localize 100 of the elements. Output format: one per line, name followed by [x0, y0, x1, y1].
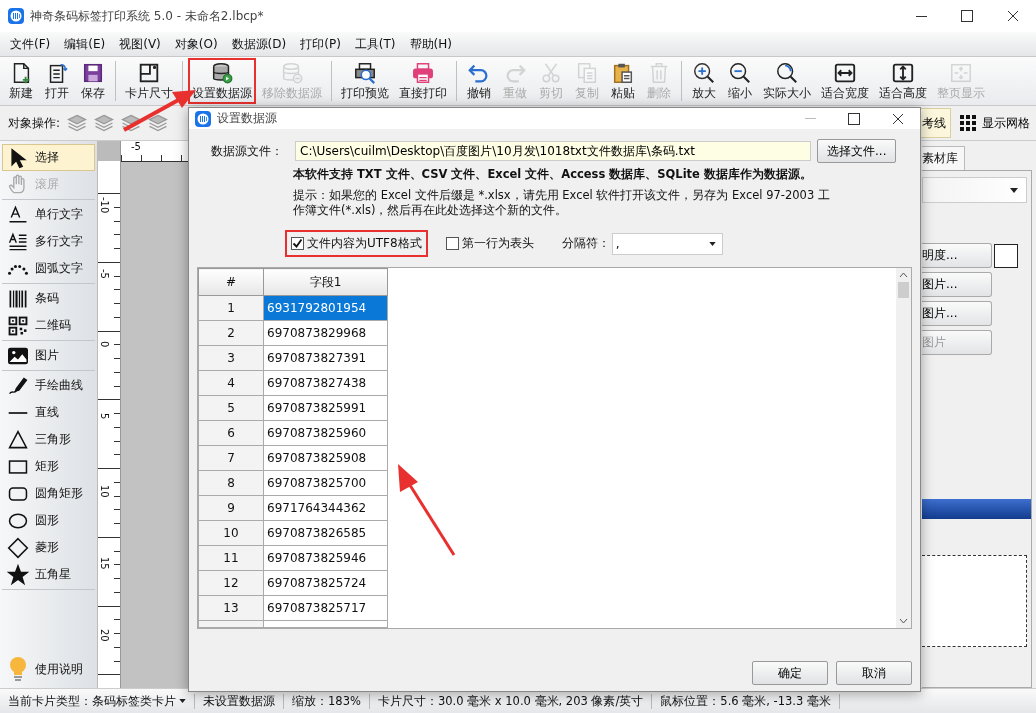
tool-item[interactable]: 菱形: [2, 534, 95, 561]
scroll-up-icon[interactable]: [899, 272, 908, 278]
window-title: 神奇条码标签打印系统 5.0 - 未命名2.lbcp*: [30, 7, 264, 25]
file-path-field[interactable]: C:\Users\cuilm\Desktop\百度图片\10月发\1018txt文件数据库\条码.txt: [295, 141, 811, 161]
panel-button[interactable]: 明度...: [922, 243, 992, 268]
help-item[interactable]: 使用说明: [2, 652, 95, 686]
scroll-down-icon[interactable]: [899, 618, 908, 624]
tool-item[interactable]: 三角形: [2, 426, 95, 453]
printer-icon: [410, 61, 436, 85]
library-tab[interactable]: 素材库: [922, 146, 965, 170]
table-cell[interactable]: 6970873825960: [263, 420, 388, 446]
table-cell[interactable]: 6970873827438: [263, 370, 388, 396]
row-header: 2: [198, 320, 264, 346]
table-cell[interactable]: 6970873825700: [263, 470, 388, 496]
toolbar-button[interactable]: 实际大小: [759, 58, 815, 104]
table-cell[interactable]: 6970873829968: [263, 320, 388, 346]
table-cell[interactable]: 6971764344362: [263, 495, 388, 521]
toolbar-button[interactable]: 放大: [687, 58, 721, 104]
scrollbar[interactable]: [896, 268, 911, 628]
browse-button[interactable]: 选择文件...: [817, 139, 897, 163]
grid-button[interactable]: 显示网格: [959, 114, 1036, 132]
toolbar-button[interactable]: 直接打印: [395, 58, 451, 104]
layers-icon: [120, 112, 143, 134]
close-icon: [1007, 10, 1019, 22]
toolbar-button[interactable]: 打印预览: [337, 58, 393, 104]
checkbox[interactable]: [445, 237, 459, 250]
menu-item[interactable]: 文件(F): [10, 35, 51, 53]
row-header: 6: [198, 420, 264, 446]
scrollbar-thumb[interactable]: [898, 282, 909, 298]
tool-item[interactable]: 选择: [2, 144, 95, 171]
dialog-button[interactable]: 确定: [752, 661, 828, 685]
toolbar-button[interactable]: 卡片尺寸: [121, 58, 177, 104]
tool-item[interactable]: 圆弧文字: [2, 255, 95, 282]
magnifier-icon: [774, 61, 800, 85]
table-cell[interactable]: 6970873825724: [263, 570, 388, 596]
card-type-dropdown[interactable]: 当前卡片类型：条码标签类卡片: [0, 693, 195, 709]
tool-item[interactable]: 五角星: [2, 561, 95, 588]
tool-item[interactable]: 矩形: [2, 453, 95, 480]
row-header: 4: [198, 370, 264, 396]
toolbar-button[interactable]: 适合宽度: [817, 58, 873, 104]
status-text: 卡片尺寸：30.0 毫米 x 10.0 毫米, 203 像素/英寸: [369, 693, 653, 709]
grid-icon: [959, 114, 977, 132]
caret-icon: [708, 241, 716, 246]
status-text: 未设置数据源: [195, 693, 284, 709]
row-header: 3: [198, 345, 264, 371]
dialog-button[interactable]: 取消: [836, 661, 912, 685]
separator-dropdown[interactable]: ,: [611, 232, 723, 255]
hint-text: 提示：如果您的 Excel 文件后缀是 *.xlsx，请先用 Excel 软件打开该文件，另存为 Excel 97-2003 工作簿文件(*.xls)，然后再在此处选择这个新的文件。: [293, 188, 831, 218]
menu-item[interactable]: 帮助(H): [409, 35, 452, 53]
ruler-label: 0: [99, 341, 108, 348]
checkbox-option[interactable]: 文件内容为UTF8格式: [285, 230, 428, 257]
toolbar-button[interactable]: 适合高度: [875, 58, 931, 104]
checkbox-option[interactable]: 第一行为表头: [439, 230, 540, 257]
tool-item[interactable]: 圆形: [2, 507, 95, 534]
toolbar-button[interactable]: 保存: [76, 58, 110, 104]
tool-item[interactable]: 手绘曲线: [2, 372, 95, 399]
panel-button[interactable]: 图片...: [922, 301, 992, 326]
toolbar-button[interactable]: 新建: [4, 58, 38, 104]
toolbar-button[interactable]: 撤销: [462, 58, 496, 104]
ruler-label: 20: [99, 629, 108, 642]
table-cell[interactable]: 6970873825908: [263, 445, 388, 471]
guide-lines-button[interactable]: 考线: [920, 108, 951, 138]
tool-item[interactable]: 条码: [2, 285, 95, 312]
tool-item[interactable]: 直线: [2, 399, 95, 426]
caret-icon: [179, 699, 186, 703]
checkbox[interactable]: [291, 237, 304, 250]
toolbar-button[interactable]: 打开: [40, 58, 74, 104]
menu-item[interactable]: 编辑(E): [64, 35, 106, 53]
column-header[interactable]: 字段1: [263, 268, 388, 296]
row-header: 13: [198, 595, 264, 621]
tool-item[interactable]: 图片: [2, 342, 95, 369]
dialog-title: 设置数据源: [217, 110, 277, 127]
tool-item[interactable]: 二维码: [2, 312, 95, 339]
tool-item[interactable]: 圆角矩形: [2, 480, 95, 507]
table-cell[interactable]: 6970873825946: [263, 545, 388, 571]
menu-item[interactable]: 工具(T): [354, 35, 396, 53]
close-icon: [892, 112, 904, 125]
tool-item[interactable]: 多行文字: [2, 228, 95, 255]
menu-item[interactable]: 视图(V): [119, 35, 161, 53]
table-cell[interactable]: 6931792801954: [263, 295, 388, 321]
line-icon: [7, 410, 29, 415]
table-cell[interactable]: 6970873827391: [263, 345, 388, 371]
column-header[interactable]: #: [198, 268, 264, 296]
menu-item[interactable]: 对象(O): [174, 35, 218, 53]
table-cell[interactable]: 6970873825717: [263, 595, 388, 621]
toolbar-button[interactable]: 缩小: [723, 58, 757, 104]
menu-item[interactable]: 数据源(D): [231, 35, 287, 53]
table-cell[interactable]: 6970873826585: [263, 520, 388, 546]
toolbar-button[interactable]: 粘贴: [606, 58, 640, 104]
caret-icon: [1010, 187, 1018, 193]
status-text: 鼠标位置：5.6 毫米, -13.3 毫米: [652, 693, 840, 709]
panel-button[interactable]: 图片...: [922, 272, 992, 297]
fit-width-icon: [832, 61, 858, 85]
diamond-icon: [7, 536, 29, 559]
ruler-label: -5: [99, 269, 108, 279]
tool-item[interactable]: 单行文字: [2, 201, 95, 228]
ruler-label: 5: [99, 413, 108, 420]
color-swatch[interactable]: [994, 243, 1018, 268]
table-cell[interactable]: 6970873825991: [263, 395, 388, 421]
menu-item[interactable]: 打印(P): [300, 35, 341, 53]
